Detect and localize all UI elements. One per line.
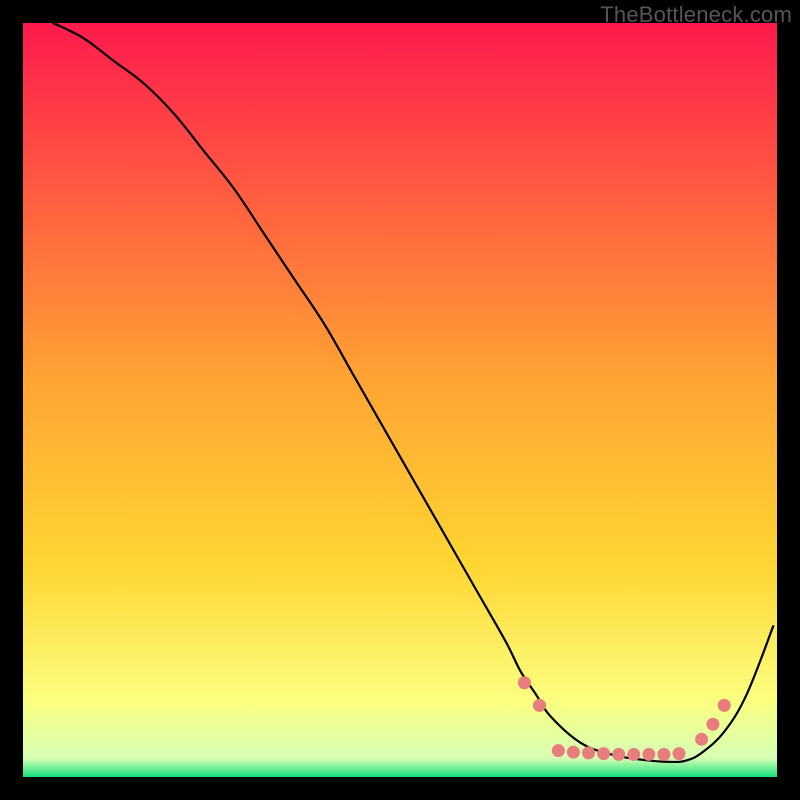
chart-marker-dot [567,746,580,759]
chart-frame [23,23,777,777]
chart-marker-dot [718,699,731,712]
chart-marker-dot [582,746,595,759]
chart-marker-dot [533,699,546,712]
chart-marker-dot [642,748,655,761]
chart-marker-dot [612,748,625,761]
chart-marker-dot [657,748,670,761]
chart-marker-dot [672,747,685,760]
watermark-text: TheBottleneck.com [600,2,792,28]
chart-marker-dot [695,733,708,746]
chart-marker-dot [706,718,719,731]
chart-marker-dot [518,676,531,689]
chart-marker-dot [552,744,565,757]
chart-marker-dot [597,747,610,760]
chart-marker-dot [627,748,640,761]
chart-background [23,23,777,777]
chart-plot [23,23,777,777]
